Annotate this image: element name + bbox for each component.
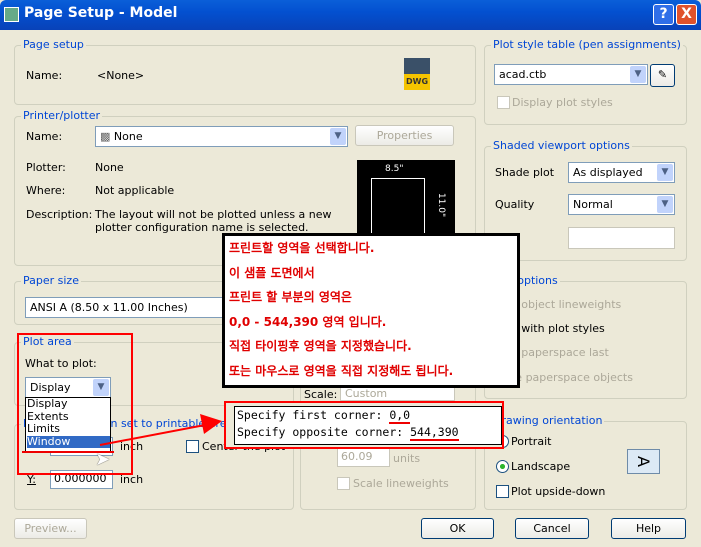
command-prompt-1: Specify first corner: — [237, 408, 390, 422]
annotation-line: 이 샘플 도면에서 — [229, 265, 315, 280]
annotation-line: 0,0 - 544,390 영역 입니다. — [229, 314, 387, 329]
first-corner-value: 0,0 — [389, 408, 411, 424]
arrow-head — [200, 414, 222, 434]
annotation-line: 또는 마우스로 영역을 직접 지정해도 됩니다. — [229, 363, 454, 378]
command-line-box: Specify first corner: 0,0 Specify opposi… — [224, 401, 504, 449]
command-prompt-2: Specify opposite corner: — [237, 425, 411, 439]
arrow-line — [99, 424, 206, 446]
annotation-line: 프린트 할 부분의 영역은 — [229, 290, 352, 304]
opposite-corner-value: 544,390 — [410, 425, 459, 441]
annotation-line: 직접 타이핑후 영역을 지정했습니다. — [229, 339, 412, 353]
command-line-1: Specify first corner: 0,0 — [237, 407, 501, 424]
command-line-2: Specify opposite corner: 544,390 — [237, 424, 501, 441]
annotation-box: 프린트할 영역을 선택합니다. 이 샘플 도면에서 프린트 할 부분의 영역은 … — [222, 233, 520, 388]
annotation-line: 프린트할 영역을 선택합니다. — [229, 241, 375, 255]
command-text: Specify first corner: 0,0 Specify opposi… — [234, 406, 502, 445]
